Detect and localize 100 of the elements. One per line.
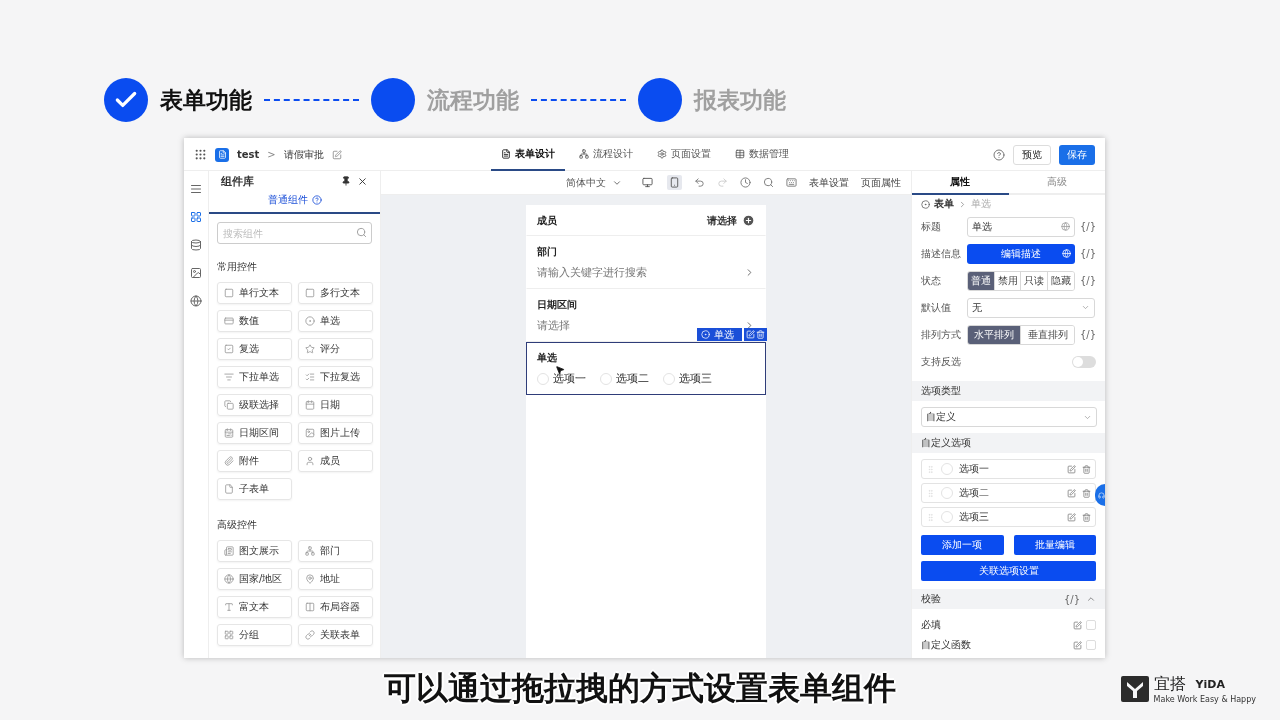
component-item[interactable]: 日期 (298, 394, 373, 416)
expression-toggle[interactable]: {/} (1079, 275, 1096, 286)
breadcrumb-item[interactable]: 表单 (934, 197, 954, 211)
component-item[interactable]: 国家/地区 (217, 568, 292, 590)
history-icon[interactable] (740, 177, 751, 188)
default-value-select[interactable]: 无 (967, 297, 1095, 318)
component-item[interactable]: 布局容器 (298, 596, 373, 618)
expression-toggle[interactable]: {/} (1079, 221, 1096, 232)
drag-handle-icon[interactable] (926, 464, 935, 474)
header-tab[interactable]: 页面设置 (646, 138, 721, 171)
field-actions[interactable] (744, 328, 767, 341)
search-icon[interactable] (763, 177, 774, 188)
option-action-button[interactable]: 批量编辑 (1013, 535, 1096, 555)
edit-description-button[interactable]: 编辑描述 (967, 243, 1075, 264)
add-icon[interactable] (742, 214, 755, 227)
component-item[interactable]: 图片上传 (298, 422, 373, 444)
component-item[interactable]: 复选 (217, 338, 292, 360)
component-item[interactable]: 部门 (298, 540, 373, 562)
component-item[interactable]: 图文展示 (217, 540, 292, 562)
expression-toggle[interactable]: {/} (1079, 248, 1096, 259)
delete-icon[interactable] (1082, 488, 1091, 498)
edit-icon[interactable] (1067, 512, 1076, 522)
header-tab[interactable]: 数据管理 (724, 138, 799, 171)
component-item[interactable]: 附件 (217, 450, 292, 472)
component-item[interactable]: 单选 (298, 310, 373, 332)
rule-checkbox[interactable] (1086, 620, 1096, 630)
component-item[interactable]: 地址 (298, 568, 373, 590)
pin-icon[interactable] (341, 176, 351, 186)
component-item[interactable]: 数值 (217, 310, 292, 332)
delete-icon[interactable] (1082, 464, 1091, 474)
component-item[interactable]: 富文本 (217, 596, 292, 618)
list-icon[interactable] (190, 183, 202, 195)
segment-option[interactable]: 普通 (968, 271, 994, 290)
segment-option[interactable]: 垂直排列 (1020, 325, 1074, 344)
language-select[interactable]: 简体中文 (566, 175, 622, 190)
component-item[interactable]: 下拉复选 (298, 366, 373, 388)
linked-options-button[interactable]: 关联选项设置 (921, 561, 1096, 581)
rule-checkbox[interactable] (1086, 640, 1096, 650)
edit-icon[interactable] (1073, 640, 1082, 650)
component-item[interactable]: 分组 (217, 624, 292, 646)
segment-option[interactable]: 隐藏 (1047, 271, 1074, 290)
edit-icon[interactable] (1073, 620, 1082, 630)
option-item[interactable]: 选项一 (921, 459, 1096, 479)
drag-handle-icon[interactable] (926, 488, 935, 498)
property-tab[interactable]: 属性 (912, 171, 1009, 195)
property-tab[interactable]: 高级 (1008, 171, 1105, 195)
preview-button[interactable]: 预览 (1013, 144, 1051, 165)
delete-icon[interactable] (756, 330, 765, 339)
segment-option[interactable]: 水平排列 (968, 325, 1021, 344)
monitor-icon[interactable] (642, 177, 653, 188)
expression-toggle[interactable]: {/} (1063, 593, 1080, 605)
radio-field[interactable]: 单选 选项一 选项二 选项三 (526, 342, 766, 395)
phone-icon[interactable] (669, 177, 680, 188)
library-tab[interactable]: 普通组件 (209, 191, 380, 214)
component-item[interactable]: 子表单 (217, 478, 292, 500)
component-item[interactable]: 关联表单 (298, 624, 373, 646)
title-input[interactable]: 单选 (967, 216, 1075, 237)
toolbar-link[interactable]: 表单设置 (809, 175, 849, 190)
globe-icon[interactable] (190, 295, 202, 307)
file-icon (224, 484, 234, 494)
option-action-button[interactable]: 添加一项 (921, 535, 1004, 555)
picker-field[interactable]: 部门 请输入关键字进行搜索 (526, 236, 766, 289)
apps-icon[interactable] (194, 148, 207, 161)
edit-icon[interactable] (331, 149, 342, 160)
toolbar-link[interactable]: 页面属性 (861, 175, 901, 190)
grid-icon[interactable] (190, 211, 202, 223)
option-type-select[interactable]: 自定义 (921, 407, 1097, 427)
header-tab[interactable]: 流程设计 (568, 138, 643, 171)
radio-button[interactable] (600, 372, 612, 385)
component-item[interactable]: 多行文本 (298, 282, 373, 304)
component-item[interactable]: 日期区间 (217, 422, 292, 444)
option-item[interactable]: 选项三 (921, 507, 1096, 527)
keyboard-icon[interactable] (786, 177, 797, 188)
component-item[interactable]: 评分 (298, 338, 373, 360)
component-item[interactable]: 单行文本 (217, 282, 292, 304)
undo-icon[interactable] (694, 177, 705, 188)
member-field[interactable]: 成员 请选择 (526, 205, 766, 236)
help-icon[interactable] (993, 148, 1005, 161)
component-item[interactable]: 下拉单选 (217, 366, 292, 388)
collapse-icon[interactable] (1086, 594, 1096, 604)
image-icon[interactable] (190, 267, 202, 279)
radio-button[interactable] (663, 372, 675, 385)
radio-button[interactable] (537, 372, 549, 385)
edit-icon[interactable] (1067, 464, 1076, 474)
expression-toggle[interactable]: {/} (1079, 329, 1096, 340)
search-field[interactable]: 搜索组件 (217, 222, 372, 244)
toggle-switch[interactable] (1072, 355, 1096, 368)
edit-icon[interactable] (1067, 488, 1076, 498)
option-item[interactable]: 选项二 (921, 483, 1096, 503)
floating-help-button[interactable] (1095, 484, 1105, 506)
component-item[interactable]: 成员 (298, 450, 373, 472)
delete-icon[interactable] (1082, 512, 1091, 522)
app-name[interactable]: test (237, 149, 260, 160)
columns-icon (305, 602, 315, 612)
component-item[interactable]: 级联选择 (217, 394, 292, 416)
drag-handle-icon[interactable] (926, 512, 935, 522)
database-icon[interactable] (190, 239, 202, 251)
help-icon[interactable] (311, 195, 322, 205)
save-button[interactable]: 保存 (1059, 144, 1095, 165)
close-icon[interactable] (357, 175, 368, 187)
